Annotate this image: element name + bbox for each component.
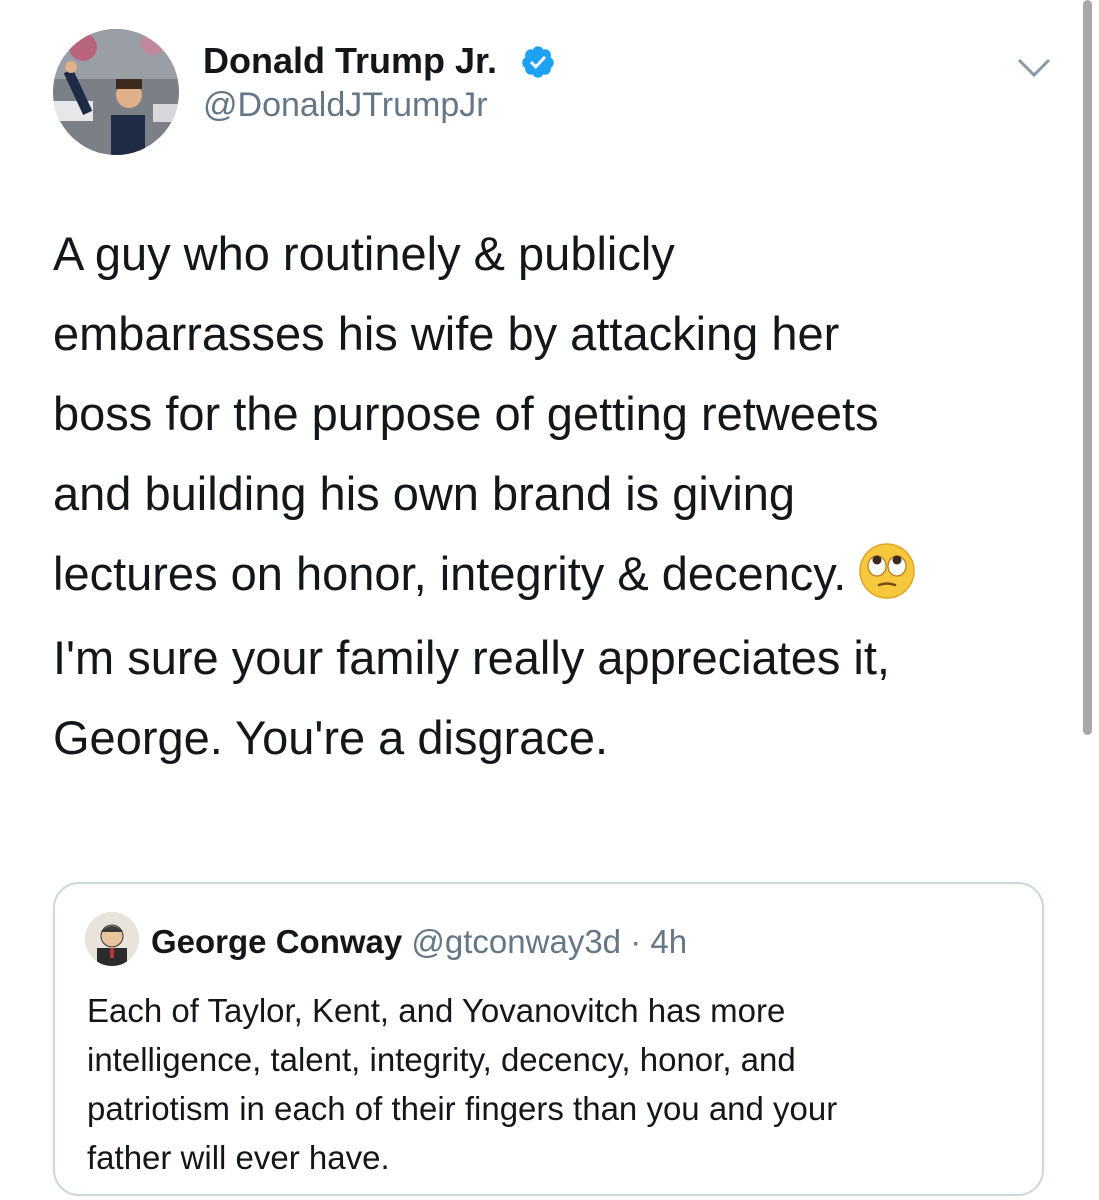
quoted-tweet-card[interactable]: George Conway @gtconway3d · 4h Each of T… [53,882,1044,1196]
tweet-paragraph-2: I'm sure your family really appreciates … [53,618,1053,778]
tweet-line: boss for the purpose of getting retweets [53,387,879,440]
chevron-down-icon[interactable] [1016,54,1052,82]
scrollbar[interactable] [1083,0,1092,735]
tweet-paragraph-1: A guy who routinely & publicly embarrass… [53,214,1053,614]
verified-badge-icon [522,46,554,78]
tweet-text: A guy who routinely & publicly embarrass… [53,214,1053,778]
rolling-eyes-emoji-icon [859,543,916,599]
tweet-line: George. You're a disgrace. [53,711,609,764]
quoted-line: Each of Taylor, Kent, and Yovanovitch ha… [87,992,786,1029]
quoted-header: George Conway @gtconway3d · 4h [151,922,687,962]
quoted-author-handle[interactable]: @gtconway3d [411,923,621,960]
tweet-line: I'm sure your family really appreciates … [53,631,890,684]
tweet-line: and building his own brand is giving [53,467,796,520]
quoted-author-avatar[interactable] [85,912,139,966]
quoted-author-name[interactable]: George Conway [151,923,402,960]
tweet-line: embarrasses his wife by attacking her [53,307,840,360]
tweet-line-text: lectures on honor, integrity & decency. [53,547,847,600]
author-avatar[interactable] [53,29,179,155]
tweet-line: A guy who routinely & publicly [53,227,675,280]
quoted-separator: · [621,923,650,960]
quoted-line: patriotism in each of their fingers than… [87,1090,838,1127]
quoted-line: intelligence, talent, integrity, decency… [87,1041,796,1078]
quoted-timestamp[interactable]: 4h [650,923,687,960]
tweet-line-last: lectures on honor, integrity & decency. [53,534,1053,614]
author-handle[interactable]: @DonaldJTrumpJr [203,86,488,125]
quoted-tweet-text: Each of Taylor, Kent, and Yovanovitch ha… [87,986,1007,1182]
author-name[interactable]: Donald Trump Jr. [203,40,497,82]
separator-dot: · [630,923,642,960]
quoted-line: father will ever have. [87,1139,390,1176]
